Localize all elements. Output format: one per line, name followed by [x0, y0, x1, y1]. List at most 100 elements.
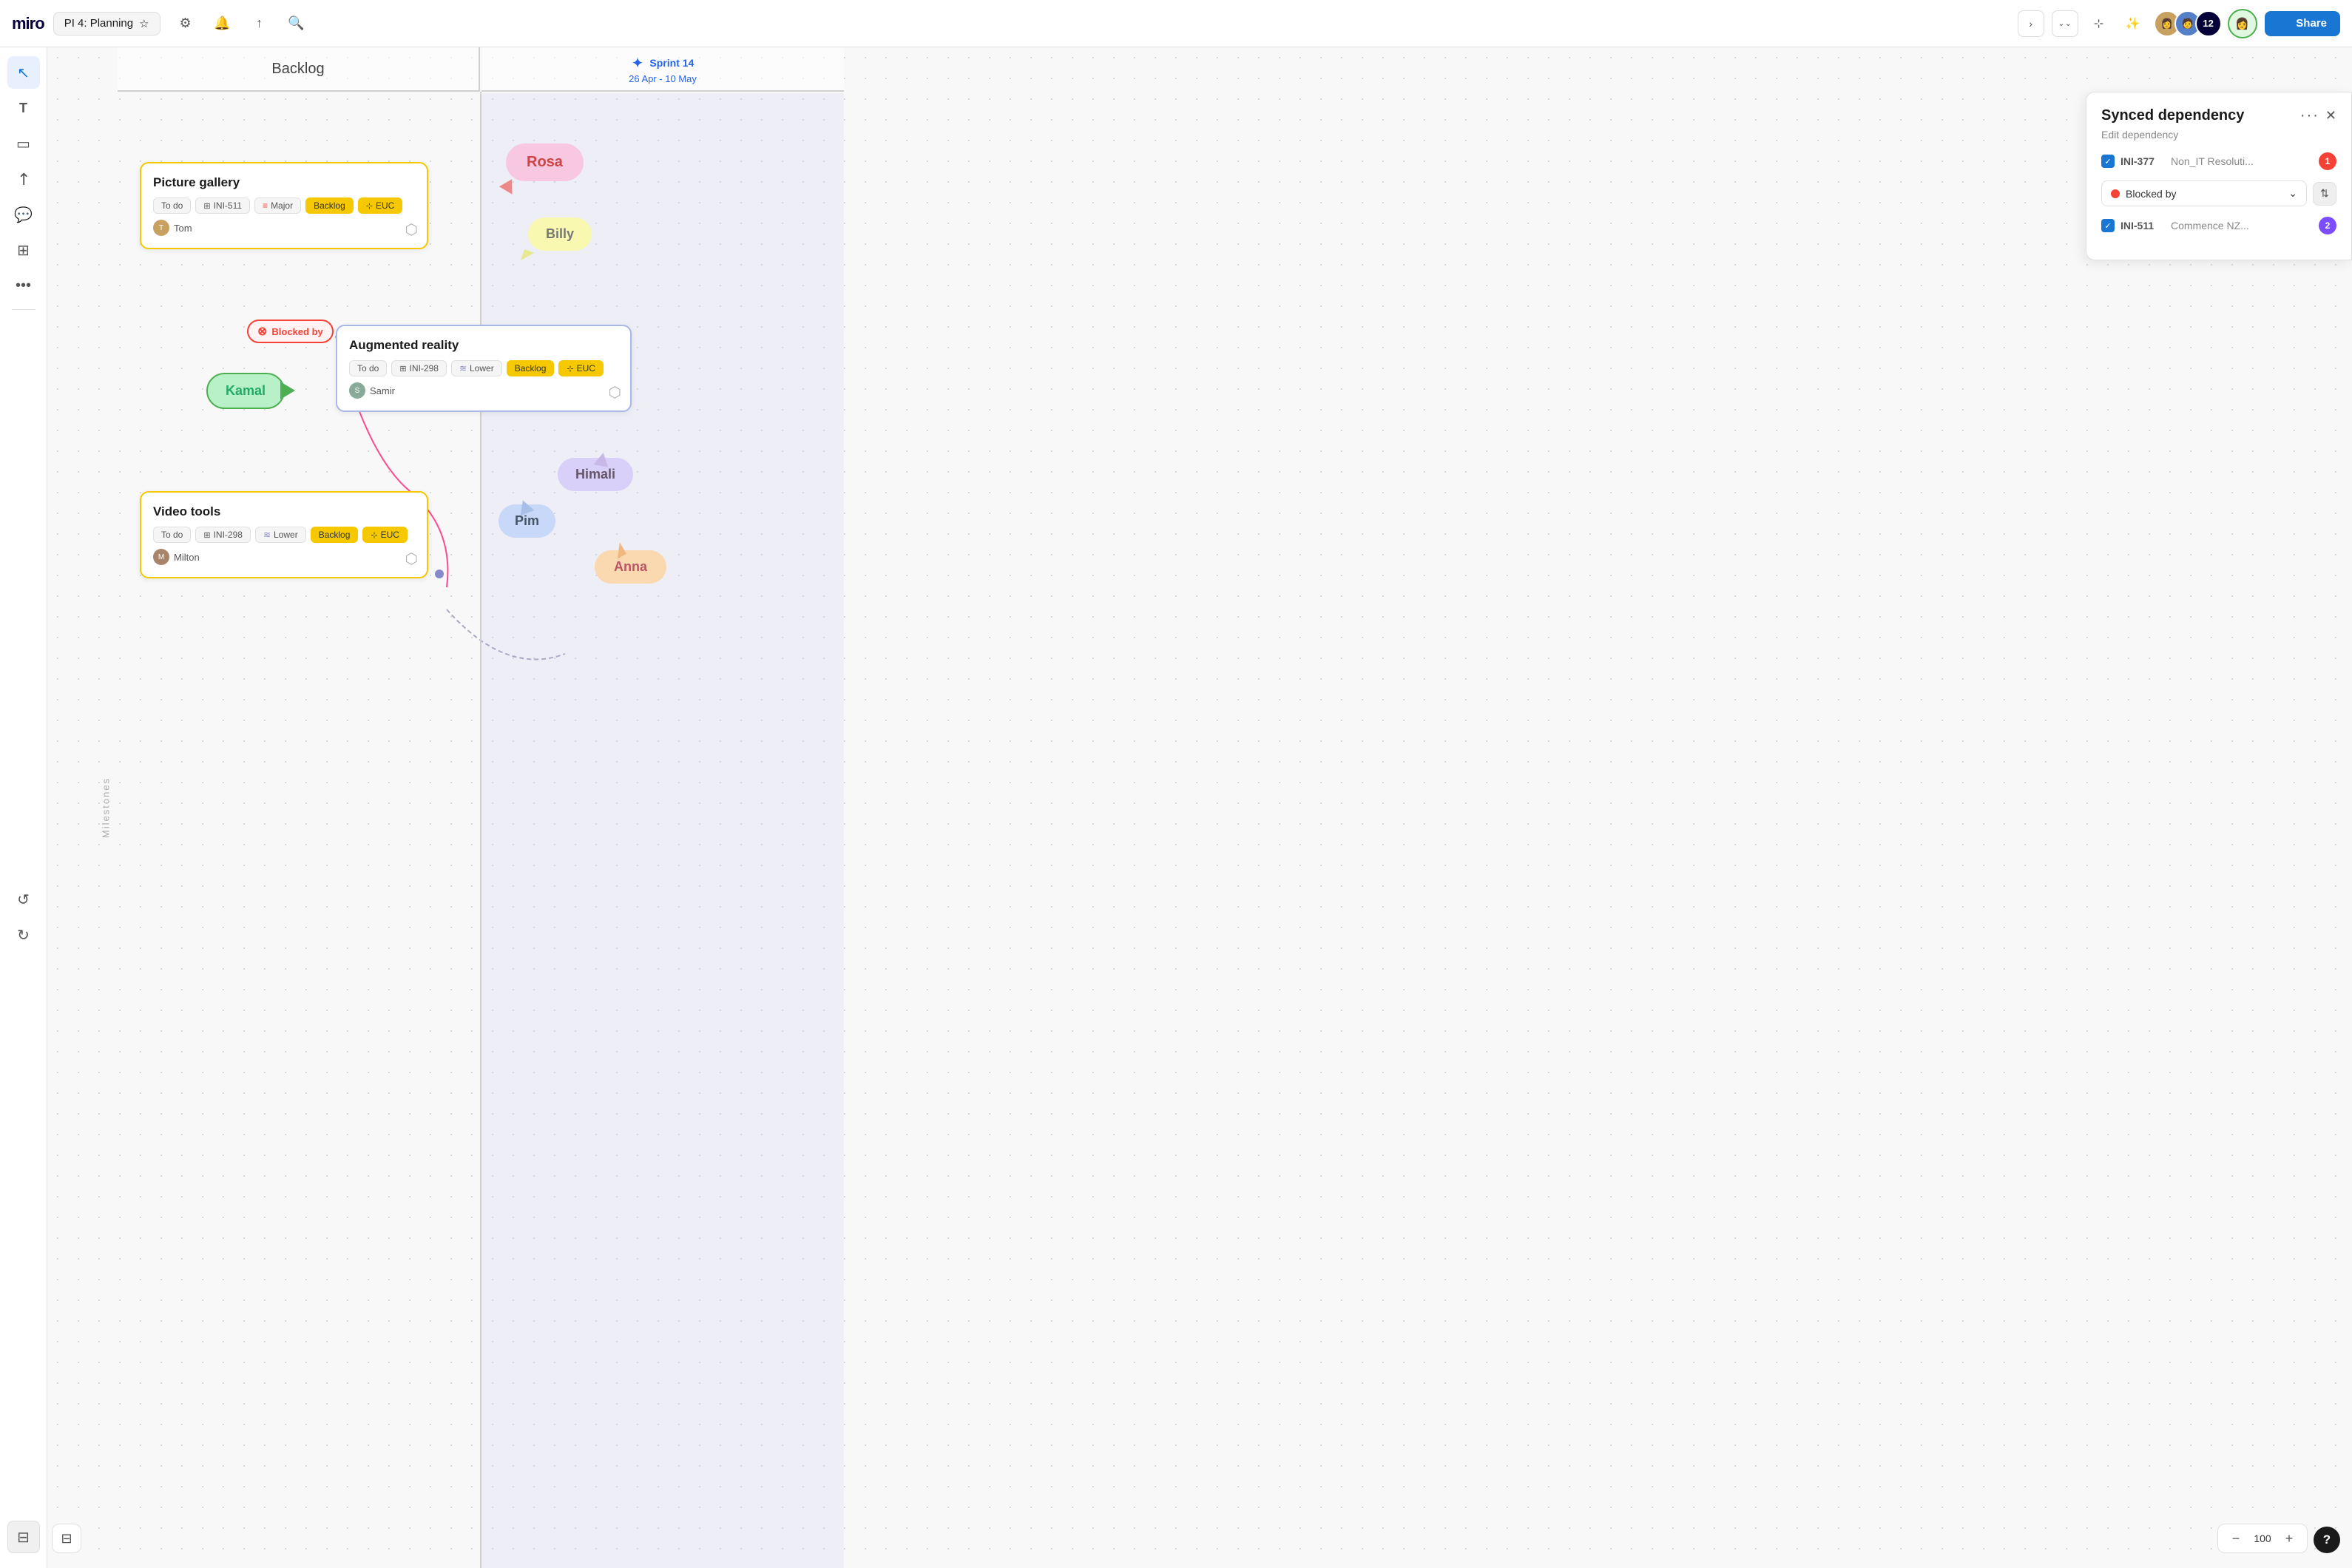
nav-expand-button[interactable]: ⌄⌄ — [2052, 10, 2078, 37]
augmented-reality-card[interactable]: Augmented reality To do ⊞ INI-298 ≋ Lowe… — [336, 325, 632, 412]
help-button[interactable]: ? — [2314, 1527, 2340, 1553]
project-title[interactable]: PI 4: Planning ☆ — [53, 12, 160, 36]
zoom-controls: − 100 + — [2217, 1524, 2308, 1553]
ticket-icon: ⊞ — [399, 364, 406, 374]
backlog-tag: Backlog — [305, 197, 354, 214]
star-icon[interactable]: ☆ — [139, 17, 149, 30]
sticky-tool[interactable]: ▭ — [7, 127, 40, 160]
search-icon[interactable]: 🔍 — [283, 10, 310, 37]
dep-select-dot — [2111, 189, 2120, 198]
priority-tag: ≋ Lower — [255, 527, 306, 543]
cursor-tool[interactable]: ↖ — [7, 56, 40, 89]
blocked-icon: ⊗ — [257, 324, 267, 339]
euc-icon: ⊹ — [567, 364, 573, 374]
priority-tag: ≋ Lower — [451, 360, 502, 376]
zoom-in-button[interactable]: + — [2279, 1528, 2299, 1549]
status-tag: To do — [153, 527, 191, 543]
arrow-tool[interactable]: ↗ — [0, 156, 46, 202]
himali-arrow — [594, 451, 611, 467]
left-toolbar: ↖ T ▭ ↗ 💬 ⊞ ••• ↺ ↻ ⊟ — [0, 47, 47, 1568]
sprint-title: Sprint 14 — [649, 57, 694, 69]
dependency-panel: Synced dependency ··· ✕ Edit dependency … — [2086, 92, 2352, 260]
more-tools[interactable]: ••• — [7, 269, 40, 302]
comment-tool[interactable]: 💬 — [7, 198, 40, 231]
card-user: T Tom — [153, 220, 415, 236]
share-icon: 👤 — [2278, 17, 2292, 30]
picture-gallery-card[interactable]: Picture gallery To do ⊞ INI-511 ≡ Major … — [140, 162, 428, 249]
settings-icon[interactable]: ⚙ — [172, 10, 199, 37]
video-tools-card[interactable]: Video tools To do ⊞ INI-298 ≋ Lower Back… — [140, 491, 428, 578]
card-title: Video tools — [153, 504, 415, 519]
ticket-tag: ⊞ INI-298 — [391, 360, 447, 376]
chevron-down-icon: ⌄ — [2288, 187, 2297, 200]
kamal-arrow — [280, 382, 295, 399]
dep-panel-subtitle: Edit dependency — [2101, 129, 2336, 141]
blocked-by-badge[interactable]: ⊗ Blocked by — [247, 320, 334, 343]
priority-icon: ≋ — [459, 363, 467, 374]
undo-button[interactable]: ↺ — [7, 884, 40, 916]
rosa-bubble[interactable]: Rosa — [506, 143, 584, 181]
euc-icon: ⊹ — [371, 530, 377, 540]
upload-icon[interactable]: ↑ — [246, 10, 273, 37]
jira-sync-icon: ⬡ — [405, 220, 418, 239]
share-button[interactable]: 👤 Share — [2265, 11, 2340, 36]
user-avatar: M — [153, 549, 169, 565]
zoom-value: 100 — [2249, 1532, 2276, 1544]
topbar: miro PI 4: Planning ☆ ⚙ 🔔 ↑ 🔍 › ⌄⌄ ⊹ ✨ 👩… — [0, 0, 2352, 47]
zoom-out-button[interactable]: − — [2226, 1528, 2246, 1549]
billy-bubble[interactable]: Billy — [528, 217, 592, 251]
text-tool[interactable]: T — [7, 92, 40, 124]
nav-forward-button[interactable]: › — [2018, 10, 2044, 37]
euc-tag: ⊹ EUC — [358, 197, 403, 214]
priority-icon: ≋ — [263, 530, 271, 540]
dep-badge-2: 2 — [2319, 217, 2336, 234]
dep-item-1: ✓ INI-377 Non_IT Resoluti... 1 — [2101, 152, 2336, 170]
frame-tool[interactable]: ⊞ — [7, 234, 40, 266]
toolbar-divider — [12, 309, 36, 310]
kamal-bubble[interactable]: Kamal — [206, 373, 285, 409]
panel-toggle-button[interactable]: ⊟ — [7, 1521, 40, 1553]
notification-icon[interactable]: 🔔 — [209, 10, 236, 37]
redo-button[interactable]: ↻ — [7, 919, 40, 952]
dep-sort-button[interactable]: ⇅ — [2313, 182, 2336, 206]
left-panel-toggle[interactable]: ⊟ — [52, 1524, 81, 1553]
cursor-mode-icon[interactable]: ⊹ — [2086, 10, 2112, 37]
dep-blocked-row: Blocked by ⌄ ⇅ — [2101, 180, 2336, 206]
avatar-count[interactable]: 12 — [2195, 10, 2222, 37]
card-tags: To do ⊞ INI-298 ≋ Lower Backlog ⊹ EUC — [349, 360, 618, 376]
card-tags: To do ⊞ INI-511 ≡ Major Backlog ⊹ EUC — [153, 197, 415, 214]
sprint-dates: 26 Apr - 10 May — [629, 73, 697, 84]
euc-tag: ⊹ EUC — [362, 527, 408, 543]
card-tags: To do ⊞ INI-298 ≋ Lower Backlog ⊹ EUC — [153, 527, 415, 543]
dep-id-2: INI-511 — [2120, 220, 2165, 232]
topbar-icons: ⚙ 🔔 ↑ 🔍 — [172, 10, 310, 37]
dep-panel-more-button[interactable]: ··· — [2300, 107, 2319, 124]
status-tag: To do — [349, 360, 387, 376]
backlog-header: Backlog — [118, 47, 480, 92]
dep-item-2: ✓ INI-511 Commence NZ... 2 — [2101, 217, 2336, 234]
dep-panel-actions: ··· ✕ — [2300, 107, 2336, 124]
card-title: Augmented reality — [349, 338, 618, 353]
milestones-label: Milestones — [101, 777, 112, 838]
euc-tag: ⊹ EUC — [558, 360, 604, 376]
status-tag: To do — [153, 197, 191, 214]
magic-icon[interactable]: ✨ — [2120, 10, 2146, 37]
jira-sync-icon: ⬡ — [609, 383, 621, 402]
dep-checkbox-2[interactable]: ✓ — [2101, 219, 2115, 232]
dep-checkbox-1[interactable]: ✓ — [2101, 155, 2115, 168]
dep-panel-close-button[interactable]: ✕ — [2325, 108, 2336, 124]
dep-desc-1: Non_IT Resoluti... — [2171, 155, 2313, 167]
anna-bubble[interactable]: Anna — [595, 550, 666, 584]
priority-icon: ≡ — [263, 200, 268, 211]
dep-panel-header: Synced dependency ··· ✕ — [2101, 107, 2336, 124]
user-avatar: S — [349, 382, 365, 399]
user-avatar: T — [153, 220, 169, 236]
miro-logo: miro — [12, 14, 44, 33]
dep-blocked-select[interactable]: Blocked by ⌄ — [2101, 180, 2307, 206]
ticket-tag: ⊞ INI-298 — [195, 527, 251, 543]
ticket-icon: ⊞ — [203, 530, 210, 540]
connection-dot — [435, 570, 444, 578]
avatar-self: 👩 — [2228, 9, 2257, 38]
backlog-tag: Backlog — [311, 527, 359, 543]
canvas: Milestones Backlog ✦ Sprint 14 26 Apr - … — [47, 47, 2352, 1568]
